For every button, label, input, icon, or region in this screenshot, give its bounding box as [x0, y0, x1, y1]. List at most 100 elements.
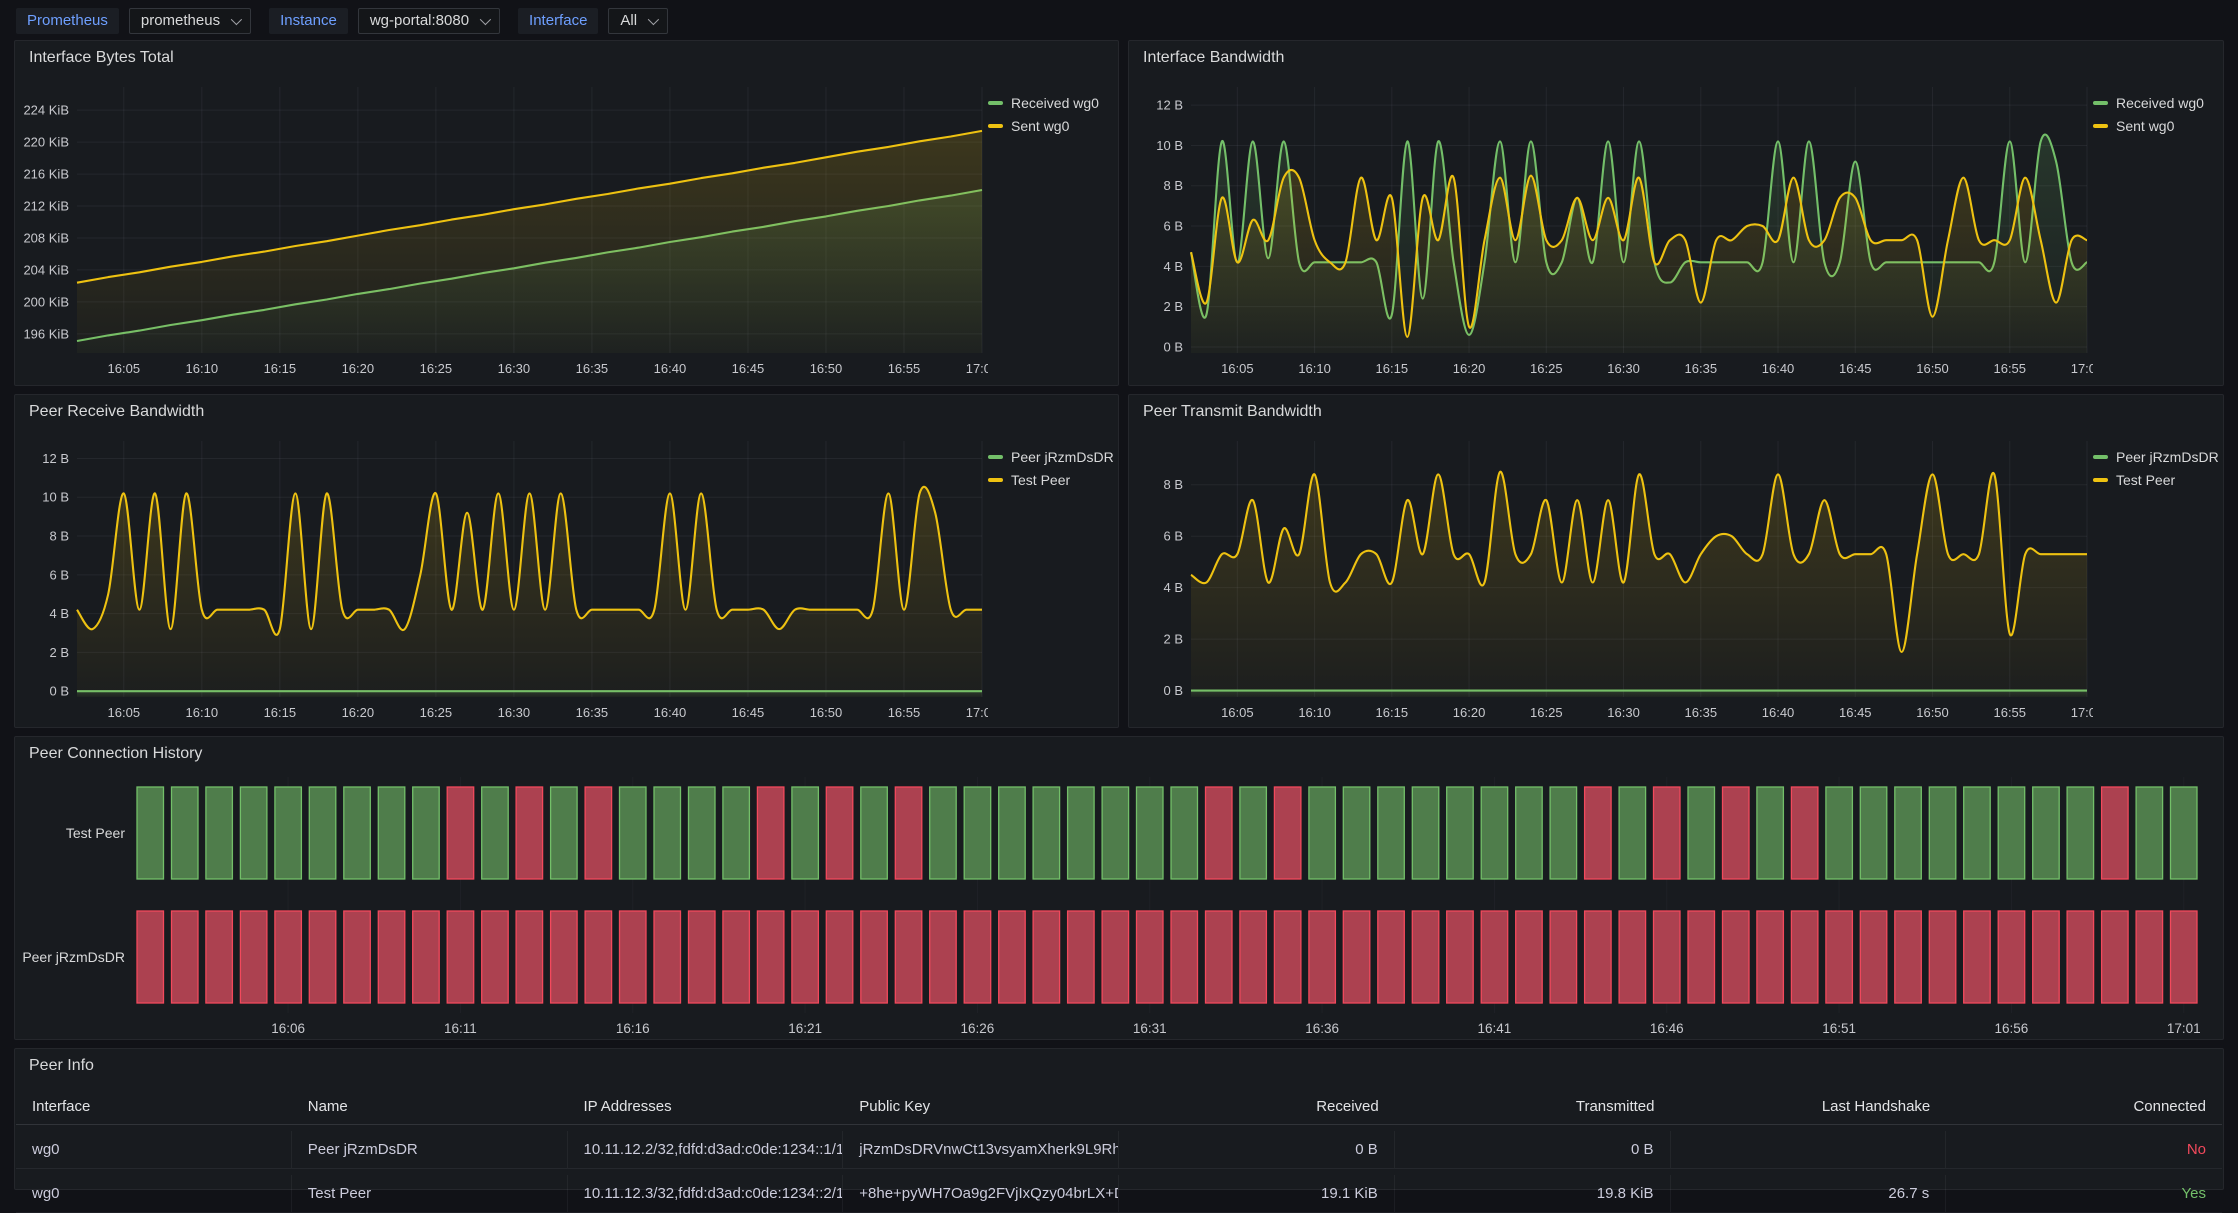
svg-text:4 B: 4 B	[1163, 259, 1183, 274]
cell-name: Test Peer	[292, 1175, 568, 1213]
svg-text:16:25: 16:25	[1530, 361, 1563, 376]
variable-prometheus-label: Prometheus	[16, 8, 119, 34]
svg-text:16:05: 16:05	[1221, 705, 1254, 720]
svg-text:Test Peer: Test Peer	[66, 825, 125, 841]
svg-text:16:40: 16:40	[654, 361, 687, 376]
svg-text:16:10: 16:10	[186, 361, 219, 376]
legend-item-test-peer[interactable]: Test Peer	[988, 472, 1118, 488]
svg-text:16:45: 16:45	[732, 705, 765, 720]
column-header-connected[interactable]: Connected	[1946, 1089, 2222, 1125]
legend-item-peer-jrzmdsdr[interactable]: Peer jRzmDsDR	[2093, 449, 2223, 465]
legend-color-dash	[2093, 101, 2108, 105]
legend-item-test-peer[interactable]: Test Peer	[2093, 472, 2223, 488]
time-series-chart-peer-transmit-bandwidth[interactable]: 16:0516:1016:1516:2016:2516:3016:3516:40…	[1129, 429, 2093, 725]
svg-text:16:25: 16:25	[420, 361, 453, 376]
legend-item-sent-wg0[interactable]: Sent wg0	[2093, 118, 2223, 134]
legend-item-peer-jrzmdsdr[interactable]: Peer jRzmDsDR	[988, 449, 1118, 465]
panel-interface-bandwidth: Interface Bandwidth 16:0516:1016:1516:20…	[1128, 40, 2224, 386]
svg-text:216 KiB: 216 KiB	[23, 167, 69, 182]
legend-color-dash	[2093, 478, 2108, 482]
svg-text:10 B: 10 B	[42, 490, 69, 505]
cell-last-handshake	[1671, 1131, 1947, 1169]
peer-info-table: Interface Name IP Addresses Public Key R…	[15, 1089, 2223, 1213]
svg-text:10 B: 10 B	[1156, 138, 1183, 153]
svg-text:8 B: 8 B	[49, 529, 69, 544]
svg-text:16:10: 16:10	[1298, 705, 1331, 720]
svg-text:16:25: 16:25	[420, 705, 453, 720]
panel-title[interactable]: Peer Info	[15, 1049, 2223, 1083]
column-header-public-key[interactable]: Public Key	[843, 1089, 1119, 1125]
svg-text:16:11: 16:11	[444, 1021, 477, 1036]
svg-text:4 B: 4 B	[49, 606, 69, 621]
column-header-ip-addresses[interactable]: IP Addresses	[568, 1089, 844, 1125]
svg-text:2 B: 2 B	[49, 645, 69, 660]
svg-text:16:50: 16:50	[1916, 361, 1949, 376]
svg-text:16:55: 16:55	[1993, 361, 2026, 376]
table-row: wg0 Test Peer 10.11.12.3/32,fdfd:d3ad:c0…	[16, 1175, 2222, 1213]
panel-title[interactable]: Interface Bandwidth	[1129, 41, 2223, 75]
time-series-chart-peer-receive-bandwidth[interactable]: 16:0516:1016:1516:2016:2516:3016:3516:40…	[15, 429, 988, 725]
cell-interface: wg0	[16, 1175, 292, 1213]
svg-text:16:35: 16:35	[1685, 705, 1718, 720]
svg-text:0 B: 0 B	[1163, 339, 1183, 354]
legend-item-received-wg0[interactable]: Received wg0	[2093, 95, 2223, 111]
svg-text:16:45: 16:45	[1839, 361, 1872, 376]
column-header-name[interactable]: Name	[292, 1089, 568, 1125]
svg-text:16:35: 16:35	[1685, 361, 1718, 376]
column-header-last-handshake[interactable]: Last Handshake	[1671, 1089, 1947, 1125]
cell-ip-addresses: 10.11.12.2/32,fdfd:d3ad:c0de:1234::1/128	[568, 1131, 844, 1169]
chevron-down-icon	[648, 14, 659, 25]
legend: Peer jRzmDsDR Test Peer	[2093, 429, 2223, 488]
svg-text:16:41: 16:41	[1478, 1021, 1512, 1036]
svg-text:16:55: 16:55	[888, 705, 921, 720]
cell-transmitted: 19.8 KiB	[1395, 1175, 1671, 1213]
legend: Peer jRzmDsDR Test Peer	[988, 429, 1118, 488]
time-series-chart-interface-bytes-total[interactable]: 16:0516:1016:1516:2016:2516:3016:3516:40…	[15, 75, 988, 381]
column-header-transmitted[interactable]: Transmitted	[1395, 1089, 1671, 1125]
svg-text:16:15: 16:15	[1376, 361, 1409, 376]
legend-label: Peer jRzmDsDR	[1011, 449, 1114, 465]
status-history-chart[interactable]: 16:0616:1116:1616:2116:2616:3116:3616:41…	[15, 771, 2211, 1039]
svg-text:16:40: 16:40	[1762, 705, 1795, 720]
variable-instance-dropdown[interactable]: wg-portal:8080	[358, 8, 500, 34]
legend-color-dash	[2093, 455, 2108, 459]
legend-color-dash	[2093, 124, 2108, 128]
legend-color-dash	[988, 101, 1003, 105]
panel-title[interactable]: Peer Connection History	[15, 737, 2223, 771]
svg-text:224 KiB: 224 KiB	[23, 103, 69, 118]
svg-text:0 B: 0 B	[49, 684, 69, 699]
svg-text:17:00: 17:00	[2071, 705, 2093, 720]
chevron-down-icon	[231, 14, 242, 25]
legend-label: Received wg0	[2116, 95, 2204, 111]
variable-prometheus-dropdown[interactable]: prometheus	[129, 8, 251, 34]
time-series-chart-interface-bandwidth[interactable]: 16:0516:1016:1516:2016:2516:3016:3516:40…	[1129, 75, 2093, 381]
legend: Received wg0 Sent wg0	[988, 75, 1118, 134]
svg-text:204 KiB: 204 KiB	[23, 262, 69, 277]
cell-transmitted: 0 B	[1395, 1131, 1671, 1169]
svg-text:16:55: 16:55	[888, 361, 921, 376]
column-header-interface[interactable]: Interface	[16, 1089, 292, 1125]
cell-ip-addresses: 10.11.12.3/32,fdfd:d3ad:c0de:1234::2/128	[568, 1175, 844, 1213]
variable-interface-dropdown[interactable]: All	[608, 8, 668, 34]
svg-text:16:50: 16:50	[1916, 705, 1949, 720]
svg-text:2 B: 2 B	[1163, 299, 1183, 314]
legend-item-sent-wg0[interactable]: Sent wg0	[988, 118, 1118, 134]
svg-text:16:55: 16:55	[1993, 705, 2026, 720]
column-header-received[interactable]: Received	[1119, 1089, 1395, 1125]
legend-label: Sent wg0	[1011, 118, 1069, 134]
svg-text:6 B: 6 B	[1163, 219, 1183, 234]
panel-title[interactable]: Peer Transmit Bandwidth	[1129, 395, 2223, 429]
panel-title[interactable]: Interface Bytes Total	[15, 41, 1118, 75]
svg-text:16:40: 16:40	[1762, 361, 1795, 376]
variable-prometheus: Prometheus prometheus	[16, 8, 251, 34]
svg-text:16:20: 16:20	[1453, 361, 1486, 376]
svg-text:200 KiB: 200 KiB	[23, 294, 69, 309]
legend: Received wg0 Sent wg0	[2093, 75, 2223, 134]
panel-title[interactable]: Peer Receive Bandwidth	[15, 395, 1118, 429]
table-row: wg0 Peer jRzmDsDR 10.11.12.2/32,fdfd:d3a…	[16, 1131, 2222, 1169]
svg-text:16:26: 16:26	[961, 1021, 995, 1036]
svg-text:16:20: 16:20	[1453, 705, 1486, 720]
svg-text:16:10: 16:10	[186, 705, 219, 720]
table-header-row: Interface Name IP Addresses Public Key R…	[16, 1089, 2222, 1125]
legend-item-received-wg0[interactable]: Received wg0	[988, 95, 1118, 111]
